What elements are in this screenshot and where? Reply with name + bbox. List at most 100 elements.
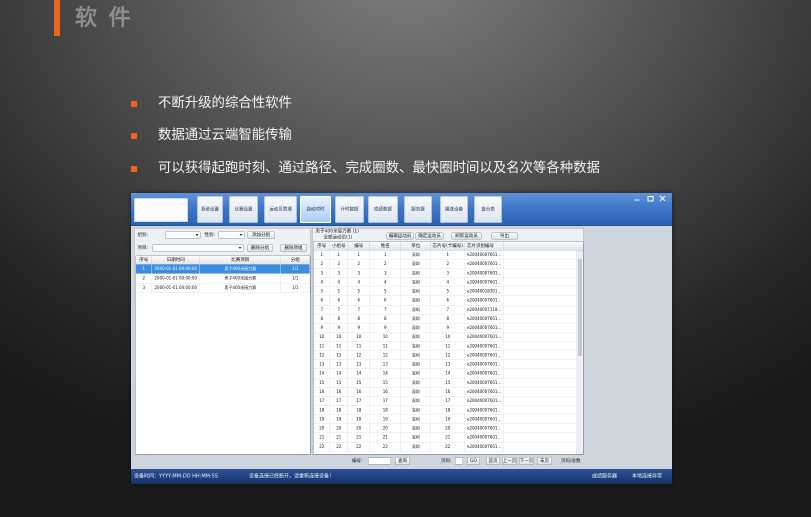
group-select[interactable] — [165, 231, 201, 239]
cell-name: 16 — [370, 387, 401, 397]
toolbar-button-score-sheet[interactable]: 查分表 — [474, 196, 502, 223]
maximize-icon[interactable] — [646, 196, 654, 202]
toolbar-button-broadcast-device[interactable]: 播送设备 — [440, 196, 468, 223]
close-icon[interactable] — [659, 195, 667, 202]
cell-name: 18 — [370, 405, 401, 415]
column-header-number[interactable]: 编号 — [348, 242, 370, 250]
cell-chip-code: e20040007601... — [465, 314, 504, 324]
cell-subgroup: 20 — [330, 424, 348, 433]
cell-unit: 深圳 — [401, 268, 431, 278]
bullet-square-icon — [131, 133, 137, 139]
table-row[interactable]: 12 12 12 12 深圳 12 e20040007601... — [314, 350, 583, 361]
table-row[interactable]: 5 5 5 5 深圳 5 e20040018301... — [314, 287, 583, 297]
cell-number: 2 — [348, 259, 370, 269]
table-row[interactable]: 17 17 17 17 深圳 17 e20040007601... — [314, 396, 583, 406]
cell-name: 2 — [370, 259, 401, 269]
table-row[interactable]: 10 10 10 10 深圳 10 e20040007601... — [314, 332, 583, 342]
cell-number: 18 — [348, 405, 370, 415]
cell-index: 15 — [314, 378, 330, 387]
cell-chip-code: e20040007601... — [465, 433, 504, 442]
table-row[interactable]: 1 1 1 1 深圳 1 e20040007601... — [314, 250, 583, 260]
cell-unit: 深圳 — [401, 424, 431, 433]
vertical-scrollbar[interactable] — [576, 250, 583, 454]
table-row[interactable]: 1 2000-01-01 00:00:00 男子400米接力赛 1/1 — [136, 264, 310, 274]
cell-chip-code: e20040007119... — [465, 305, 504, 314]
bullet-text: 数据通过云端智能传输 — [158, 128, 292, 143]
table-row[interactable]: 2 2000-01-01 00:00:00 男子400米接力赛 1/1 — [136, 274, 310, 284]
group-label: 组别: — [137, 232, 149, 238]
cell-name: 1 — [370, 250, 401, 260]
delete-group-button[interactable]: 删除分组 — [247, 244, 273, 252]
toolbar-button-system-settings[interactable]: 系统设置 — [197, 196, 223, 223]
cell-unit: 深圳 — [401, 287, 431, 296]
cell-chip: 14 — [431, 369, 465, 378]
table-row[interactable]: 2 2 2 2 深圳 2 e20040007601... — [314, 259, 583, 269]
table-row[interactable]: 16 16 16 16 深圳 16 e20040007601... — [314, 387, 583, 397]
first-page-button[interactable]: 首页 — [486, 457, 500, 465]
table-row[interactable]: 8 8 8 8 深圳 8 e20040007601... — [314, 314, 583, 324]
column-header-datetime[interactable]: 日期时间 — [152, 256, 200, 264]
table-row[interactable]: 15 15 15 15 深圳 15 e20040007601... — [314, 378, 583, 388]
gender-select[interactable] — [218, 231, 245, 239]
table-row[interactable]: 3 3 3 3 深圳 3 e20040007601... — [314, 268, 583, 278]
column-header-index[interactable]: 序号 — [136, 256, 152, 264]
column-header-group[interactable]: 分组 — [281, 256, 310, 264]
table-row[interactable]: 4 4 4 4 深圳 4 e20040007601... — [314, 277, 583, 288]
toolbar-button-server[interactable]: 服务器 — [404, 196, 432, 223]
column-header-chip-code[interactable]: 芯片识别编号 — [465, 242, 504, 250]
column-header-unit[interactable]: 单位 — [401, 242, 431, 250]
minimize-icon[interactable] — [633, 196, 641, 202]
next-page-button[interactable]: 下一页 — [519, 457, 534, 465]
table-row[interactable]: 21 21 21 21 深圳 21 e20040007601... — [314, 433, 583, 443]
confirm-athlete-button[interactable]: 确定运动员 — [415, 232, 444, 240]
table-row[interactable]: 3 2000-01-01 00:00:00 男子400米接力赛 1/1 — [136, 283, 310, 293]
table-row[interactable]: 9 9 9 9 深圳 9 e20040007601... — [314, 323, 583, 333]
cell-name: 3 — [370, 268, 401, 278]
go-button[interactable]: GO — [467, 457, 480, 465]
page-input[interactable] — [455, 457, 463, 465]
add-group-button[interactable]: 添加分组 — [247, 231, 275, 239]
cell-subgroup: 11 — [330, 341, 348, 351]
toolbar-button-result-data[interactable]: 成绩数据 — [368, 196, 398, 223]
table-row[interactable]: 14 14 14 14 深圳 14 e20040007601... — [314, 369, 583, 379]
toolbar-button-auto-sync[interactable]: 自动对时 — [300, 196, 331, 223]
table-row[interactable]: 7 7 7 7 深圳 7 e20040007119... — [314, 305, 583, 315]
table-row[interactable]: 11 11 11 11 深圳 11 e20040007601... — [314, 341, 583, 351]
table-row[interactable]: 20 20 20 20 深圳 20 e20040007601... — [314, 424, 583, 434]
refresh-athlete-button[interactable]: 刷新运动员 — [451, 232, 482, 240]
column-header-chip[interactable]: 芯片号(卡编号) — [431, 242, 465, 250]
gender-label: 性别: — [204, 232, 216, 238]
delete-event-group-button[interactable]: 删除项组 — [280, 244, 307, 252]
table-row[interactable]: 19 19 19 19 深圳 19 e20040007601... — [314, 414, 583, 425]
cell-index: 12 — [314, 350, 330, 360]
scrollbar-thumb[interactable] — [578, 259, 582, 356]
cell-chip: 19 — [431, 414, 465, 424]
table-row[interactable]: 22 22 22 22 深圳 22 e20040007601... — [314, 442, 583, 452]
athletes-table: 序号 小组号 编号 姓名 单位 芯片号(卡编号) 芯片识别编号 1 1 1 1 深圳 1 e… — [313, 241, 584, 455]
export-button[interactable]: 导出 — [491, 232, 518, 240]
toolbar-button-timing-data[interactable]: 计时数据 — [335, 196, 364, 223]
column-header-subgroup[interactable]: 小组号 — [330, 242, 348, 250]
cell-chip-code: e20040007601... — [465, 387, 504, 397]
toolbar-button-race-settings[interactable]: 比赛设置 — [229, 196, 258, 223]
cell-chip-code: e20040007601... — [465, 277, 504, 287]
cell-group: 1/1 — [281, 274, 310, 283]
server-status: 成绩服务器 — [592, 473, 617, 480]
cell-chip-code: e20040007601... — [465, 396, 504, 406]
last-page-button[interactable]: 末页 — [537, 457, 552, 465]
search-button[interactable]: 查询 — [395, 457, 410, 465]
table-row[interactable]: 18 18 18 18 深圳 18 e20040007601... — [314, 405, 583, 415]
edit-athlete-button[interactable]: 编辑运动员 — [386, 232, 414, 240]
column-header-index[interactable]: 序号 — [314, 242, 330, 250]
event-label: 项目: — [137, 245, 149, 251]
number-input[interactable] — [368, 457, 391, 465]
toolbar-button-athlete-management[interactable]: 运动员管理 — [264, 196, 297, 223]
table-row[interactable]: 6 6 6 6 深圳 6 e20040007601... — [314, 296, 583, 306]
cell-group: 1/1 — [281, 264, 310, 274]
cell-chip-code: e20040007601... — [465, 442, 504, 451]
table-row[interactable]: 13 13 13 13 深圳 13 e20040007601... — [314, 360, 583, 370]
event-select[interactable] — [152, 244, 244, 252]
column-header-name[interactable]: 姓名 — [370, 242, 401, 250]
column-header-event[interactable]: 比赛项目 — [200, 256, 281, 264]
prev-page-button[interactable]: 上一页 — [502, 457, 517, 465]
